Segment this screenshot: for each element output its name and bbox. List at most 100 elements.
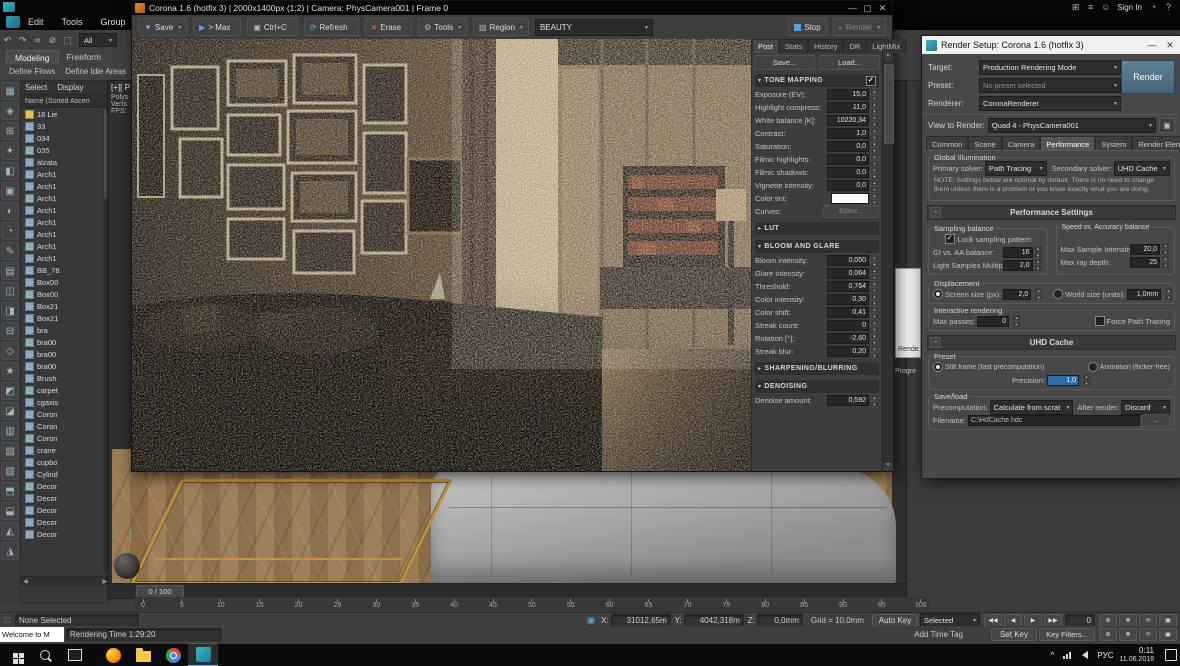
list-item[interactable]: Arch1 [21, 168, 109, 180]
vfb-title-bar[interactable]: Corona 1.6 (hotfix 3) | 2000x1400px (1:2… [132, 1, 892, 15]
spinner[interactable]: ▲ ▼ [870, 393, 879, 408]
zoom-icon[interactable]: ⊕ [1099, 628, 1117, 641]
timeline-tick[interactable]: 65 [642, 599, 656, 609]
sharpening-header[interactable]: ▸ SHARPENING/BLURRING [754, 361, 880, 376]
secondary-solver-dropdown[interactable]: UHD Cache [1113, 161, 1170, 176]
after-render-dropdown[interactable]: Discard [1121, 399, 1170, 415]
search-button[interactable] [30, 644, 60, 666]
list-item[interactable]: carpet [21, 384, 109, 396]
explorer-filter-icon[interactable]: ◔ [1, 222, 19, 240]
scroll-down-icon[interactable]: ▼ [883, 461, 893, 471]
timeline-tick[interactable]: 80 [758, 599, 772, 609]
parameter-field[interactable]: 0,0 [827, 141, 869, 152]
layout-icon[interactable]: ≡ [1083, 2, 1098, 12]
set-key-button[interactable]: Set Key [991, 628, 1037, 641]
vfb-toolbar-button[interactable]: ▧ Region ▾ [473, 18, 529, 36]
list-item[interactable]: 035 [21, 144, 109, 156]
precision-field[interactable]: 1,0 [1046, 374, 1079, 386]
explorer-filter-icon[interactable]: ✎ [1, 242, 19, 260]
explorer-filter-icon[interactable]: ⊞ [1, 122, 19, 140]
explorer-filter-icon[interactable]: ◮ [1, 542, 19, 560]
spinner[interactable]: ▲ ▼ [870, 87, 879, 102]
viewport-label[interactable]: [+][ P [111, 83, 130, 92]
render-setup-title-bar[interactable]: Render Setup: Corona 1.6 (hotfix 3) — ✕ [922, 36, 1180, 54]
spinner[interactable]: ▲ ▼ [870, 152, 879, 167]
list-item[interactable]: Decor [21, 492, 109, 504]
explorer-filter-icon[interactable]: ▣ [1, 182, 19, 200]
pan-icon[interactable]: ✥ [1119, 613, 1137, 627]
list-item[interactable]: Arch1 [21, 192, 109, 204]
scroll-up-icon[interactable]: ▲ [883, 52, 893, 62]
ribbon-tab[interactable]: Freeform [59, 51, 109, 64]
list-item[interactable]: Box00 [21, 288, 109, 300]
current-frame-field[interactable]: 0 [1065, 613, 1095, 627]
vfb-panel-tab[interactable]: LightMix [866, 38, 907, 53]
render-setup-tab[interactable]: Scene [968, 136, 1002, 151]
parameter-field[interactable]: 15,0 [827, 89, 869, 100]
parameter-field[interactable]: 10220,34 [827, 115, 869, 126]
collapse-icon[interactable]: − [930, 336, 941, 348]
x-coordinate-field[interactable]: 31012,65m [610, 613, 671, 627]
tone-mapping-checkbox[interactable] [866, 75, 876, 86]
orbit-icon[interactable]: ⟲ [1139, 628, 1157, 641]
volume-icon[interactable] [1075, 651, 1091, 659]
add-time-tag[interactable]: Add Time Tag [914, 630, 963, 639]
spinner[interactable]: ▲ ▼ [870, 318, 879, 333]
vfb-toolbar-button[interactable]: ✕ Erase [364, 18, 413, 36]
z-coordinate-field[interactable]: 0,0mm [756, 613, 803, 627]
list-item[interactable]: 33 [21, 120, 109, 132]
menu-item[interactable]: Group [101, 17, 126, 27]
list-item[interactable]: Arch1 [21, 228, 109, 240]
world-size-field[interactable]: 1,0mm [1127, 288, 1162, 300]
explorer-filter-icon[interactable]: ▤ [1, 262, 19, 280]
timeline-ruler[interactable]: 0 5 10 15 20 25 30 35 40 45 50 55 60 65 … [134, 597, 930, 611]
parameter-field[interactable]: 0,0 [827, 180, 869, 191]
spinner[interactable]: ▲ ▼ [870, 113, 879, 128]
light-samples-field[interactable]: 2,0 [1002, 259, 1033, 271]
render-setup-tab[interactable]: Camera [1001, 136, 1041, 151]
list-item[interactable]: Decor [21, 504, 109, 516]
list-item[interactable]: Brush [21, 372, 109, 384]
parameter-field[interactable]: 0,0 [827, 154, 869, 165]
taskbar-app-explorer[interactable] [128, 644, 158, 666]
explorer-filter-icon[interactable]: ⬓ [1, 502, 19, 520]
menu-item[interactable]: Edit [28, 17, 44, 27]
list-item[interactable]: 034 [21, 132, 109, 144]
explorer-filter-icon[interactable]: ◩ [1, 382, 19, 400]
collapse-icon[interactable]: − [930, 206, 941, 218]
list-item[interactable]: Arch1 [21, 180, 109, 192]
timeline-tick[interactable]: 5 [175, 599, 189, 609]
filename-field[interactable]: C:\HdCache.hdc [967, 414, 1140, 426]
network-icon[interactable] [1059, 651, 1075, 659]
maximize-viewport-icon[interactable]: ▣ [1159, 613, 1177, 627]
workspace-icon[interactable]: ⊞ [1068, 2, 1083, 13]
notifications-icon[interactable]: ◔ [1146, 2, 1161, 12]
explorer-filter-icon[interactable]: ◧ [1, 162, 19, 180]
spinner[interactable]: ▲ ▼ [870, 126, 879, 141]
stop-button[interactable]: Stop [788, 18, 827, 36]
clock[interactable]: 0:11 11.06.2018 [1119, 646, 1154, 663]
help-icon[interactable]: ? [1161, 2, 1176, 12]
list-item[interactable]: cupbo [21, 456, 109, 468]
spinner[interactable]: ▲ ▼ [870, 292, 879, 307]
orbit-icon[interactable]: ⟲ [1139, 613, 1157, 627]
list-item[interactable]: BB_78 [21, 264, 109, 276]
parameter-field[interactable]: 0,050 [827, 255, 869, 266]
scroll-left-icon[interactable]: ◀ [23, 578, 28, 585]
list-item[interactable]: Box00 [21, 276, 109, 288]
zoom-icon[interactable]: ⊕ [1099, 613, 1117, 627]
list-item[interactable]: Cylind [21, 468, 109, 480]
performance-settings-rollout[interactable]: − Performance Settings [927, 204, 1176, 220]
explorer-menu[interactable]: Display [57, 83, 83, 92]
menu-item[interactable]: Tools [62, 17, 83, 27]
pan-icon[interactable]: ✥ [1119, 628, 1137, 641]
maximize-viewport-icon[interactable]: ▣ [1159, 628, 1177, 641]
vfb-load-config-button[interactable]: Load... [819, 55, 880, 70]
close-icon[interactable]: ✕ [875, 3, 890, 14]
language-indicator[interactable]: РУС [1097, 651, 1113, 660]
explorer-filter-icon[interactable]: ◭ [1, 522, 19, 540]
list-item[interactable]: Decor [21, 516, 109, 528]
spinner[interactable]: ▲ ▼ [1033, 258, 1043, 273]
vfb-panel-tab[interactable]: Stats [779, 38, 809, 53]
spinner[interactable]: ▲ ▼ [870, 178, 879, 193]
